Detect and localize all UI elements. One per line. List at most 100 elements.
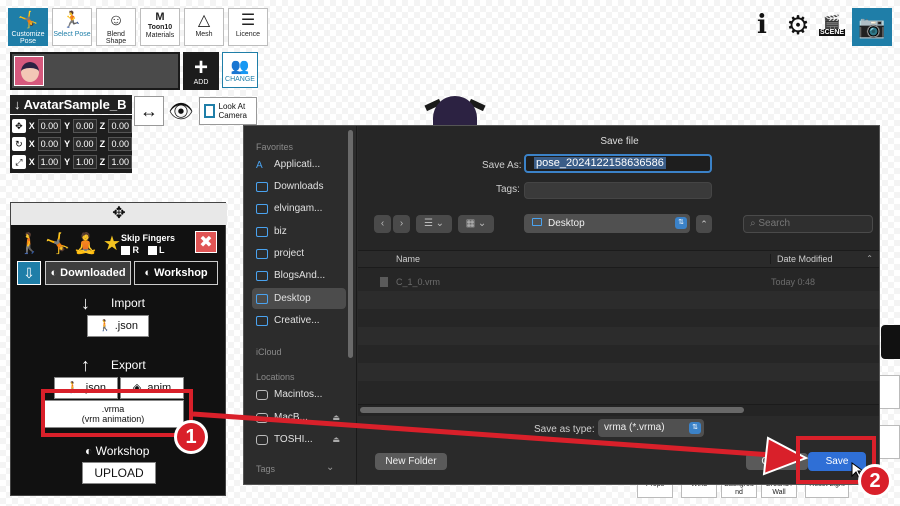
gear-icon[interactable]: ⚙ bbox=[781, 8, 815, 42]
list-item bbox=[358, 309, 879, 327]
disk-icon bbox=[256, 389, 268, 400]
back-button[interactable]: ‹ bbox=[374, 215, 391, 233]
folder-icon bbox=[256, 226, 268, 237]
folder-icon bbox=[532, 218, 542, 226]
tab-workshop[interactable]: ◐ Workshop bbox=[134, 261, 218, 285]
mirror-pose-button[interactable]: ↔ bbox=[134, 96, 164, 126]
search-input[interactable]: ⌕ Search bbox=[743, 215, 873, 233]
sidebar-item-applications[interactable]: A Applicati... bbox=[252, 154, 346, 175]
tab-downloaded[interactable]: ◐ Downloaded bbox=[45, 261, 131, 285]
disk-icon bbox=[256, 434, 268, 445]
camera-screenshot-button[interactable]: 📷 bbox=[852, 8, 892, 46]
scale-icon: ⤢ bbox=[12, 155, 26, 169]
avatar-thumbnail[interactable] bbox=[14, 56, 44, 86]
eject-icon[interactable]: ⏏ bbox=[332, 413, 340, 422]
import-json-button[interactable]: 🚶 .json bbox=[87, 315, 149, 337]
expand-up-button[interactable]: ⌃ bbox=[696, 215, 712, 233]
folder-icon bbox=[256, 203, 268, 214]
info-icon[interactable]: i bbox=[745, 8, 779, 42]
scale-y-field[interactable]: 1.00 bbox=[73, 155, 97, 169]
position-x-field[interactable]: 0.00 bbox=[37, 119, 62, 133]
rotation-z-field[interactable]: 0.00 bbox=[108, 137, 132, 151]
chevron-down-icon[interactable]: ⌄ bbox=[326, 462, 334, 473]
sidebar-item-project[interactable]: project bbox=[252, 243, 346, 264]
select-pose-button[interactable]: 🏃 Select Pose bbox=[52, 8, 92, 46]
sidebar-item-toshiba[interactable]: TOSHI... ⏏ bbox=[252, 429, 346, 450]
sidebar-item-biz[interactable]: biz bbox=[252, 221, 346, 242]
list-item bbox=[358, 363, 879, 381]
rotate-icon: ↻ bbox=[12, 137, 26, 151]
location-select[interactable]: Desktop ⇅ bbox=[524, 214, 690, 233]
change-avatar-button[interactable]: 👥 CHANGE bbox=[222, 52, 258, 88]
upload-button[interactable]: UPLOAD bbox=[82, 462, 156, 484]
sidebar-scrollbar[interactable] bbox=[348, 130, 353, 358]
rotation-y-field[interactable]: 0.00 bbox=[73, 137, 97, 151]
skip-left-checkbox[interactable] bbox=[147, 246, 157, 256]
mirror-figure-icon: ↔ bbox=[140, 100, 158, 121]
column-date-modified[interactable]: Date Modified bbox=[770, 254, 833, 264]
avatar-name-label: ↓ AvatarSample_B bbox=[10, 95, 132, 114]
drag-move-icon[interactable]: ✥ bbox=[11, 203, 227, 225]
folder-icon bbox=[256, 293, 268, 304]
plus-icon: + bbox=[193, 53, 208, 81]
folder-icon bbox=[256, 315, 268, 326]
sidebar-item-macintosh[interactable]: Macintos... bbox=[252, 384, 346, 405]
mesh-triangle-icon: △ bbox=[197, 12, 211, 29]
highlight-box-vrma bbox=[41, 389, 193, 437]
position-z-field[interactable]: 0.00 bbox=[108, 119, 132, 133]
rotation-row: ↻ X 0.00 Y 0.00 Z 0.00 bbox=[10, 135, 132, 153]
favorite-star-icon[interactable]: ★ bbox=[101, 231, 123, 256]
steam-icon: ◐ bbox=[50, 267, 58, 279]
column-name[interactable]: Name bbox=[396, 254, 420, 264]
skip-right-checkbox[interactable] bbox=[121, 246, 130, 256]
materials-button[interactable]: M Toon10 Materials bbox=[140, 8, 180, 46]
close-icon[interactable]: ✖ bbox=[195, 231, 217, 253]
eye-icon: 👁 bbox=[168, 100, 194, 123]
new-folder-button[interactable]: New Folder bbox=[375, 453, 447, 470]
sidebar-item-macb[interactable]: MacB... ⏏ bbox=[252, 407, 346, 428]
transform-panel: ✥ X 0.00 Y 0.00 Z 0.00 ↻ X 0.00 Y 0.00 Z 0.00 … bbox=[10, 115, 132, 173]
licence-button[interactable]: ☰ Licence bbox=[228, 8, 268, 46]
avatar-selector-bar[interactable] bbox=[10, 52, 180, 90]
add-avatar-button[interactable]: + ADD bbox=[183, 52, 219, 90]
scale-z-field[interactable]: 1.00 bbox=[108, 155, 132, 169]
sidebar-item-downloads[interactable]: Downloads bbox=[252, 176, 346, 197]
mesh-button[interactable]: △ Mesh bbox=[184, 8, 224, 46]
step-badge-2: 2 bbox=[858, 464, 892, 498]
tags-input[interactable] bbox=[524, 182, 712, 199]
search-icon: ⌕ bbox=[750, 218, 756, 229]
folder-icon bbox=[256, 248, 268, 259]
look-at-camera-checkbox[interactable] bbox=[204, 104, 215, 118]
sitting-figure-icon[interactable]: 🧘 bbox=[73, 231, 98, 256]
visibility-toggle[interactable]: 👁 bbox=[166, 96, 196, 126]
position-y-field[interactable]: 0.00 bbox=[73, 119, 97, 133]
blend-shape-button[interactable]: ☺ Blend Shape bbox=[96, 8, 136, 46]
download-tray-icon[interactable]: ⇩ bbox=[17, 261, 41, 285]
sidebar-item-desktop[interactable]: Desktop bbox=[252, 288, 346, 309]
sidebar-item-elvingam[interactable]: elvingam... bbox=[252, 198, 346, 219]
sidebar-item-creative[interactable]: Creative... bbox=[252, 310, 346, 331]
list-item bbox=[358, 381, 879, 399]
save-as-input[interactable]: pose_2024122158636586 bbox=[524, 154, 712, 173]
scene-button[interactable]: 🎬 SCENE bbox=[815, 8, 849, 42]
look-at-camera-toggle[interactable]: Look At Camera bbox=[199, 97, 257, 125]
list-view-button[interactable]: ☰ ⌄ bbox=[416, 215, 452, 233]
sidebar-item-blogsand[interactable]: BlogsAnd... bbox=[252, 265, 346, 286]
save-as-type-select[interactable]: vrma (*.vrma) ⇅ bbox=[598, 419, 704, 437]
skip-fingers-options: R L bbox=[121, 245, 165, 256]
rotation-x-field[interactable]: 0.00 bbox=[37, 137, 62, 151]
horizontal-scrollbar[interactable] bbox=[360, 407, 744, 413]
customize-pose-button[interactable]: 🤸 Customize Pose bbox=[8, 8, 48, 46]
forward-button[interactable]: › bbox=[393, 215, 410, 233]
file-row[interactable]: C_1_0.vrm Today 0:48 bbox=[358, 273, 879, 291]
standing-figure-icon[interactable]: 🚶 bbox=[17, 231, 42, 256]
list-item bbox=[358, 327, 879, 345]
eject-icon[interactable]: ⏏ bbox=[332, 435, 340, 444]
dance-figure-icon[interactable]: 🤸 bbox=[45, 231, 70, 256]
grid-view-button[interactable]: ▦ ⌄ bbox=[458, 215, 494, 233]
grid-icon: ▦ ⌄ bbox=[465, 218, 487, 229]
scale-x-field[interactable]: 1.00 bbox=[37, 155, 62, 169]
pose-category-icons: 🚶 🤸 🧘 ★ bbox=[17, 231, 123, 256]
file-list-header: Name Date Modified ⌃ bbox=[358, 250, 879, 268]
chevron-up-icon: ⌃ bbox=[866, 254, 873, 263]
